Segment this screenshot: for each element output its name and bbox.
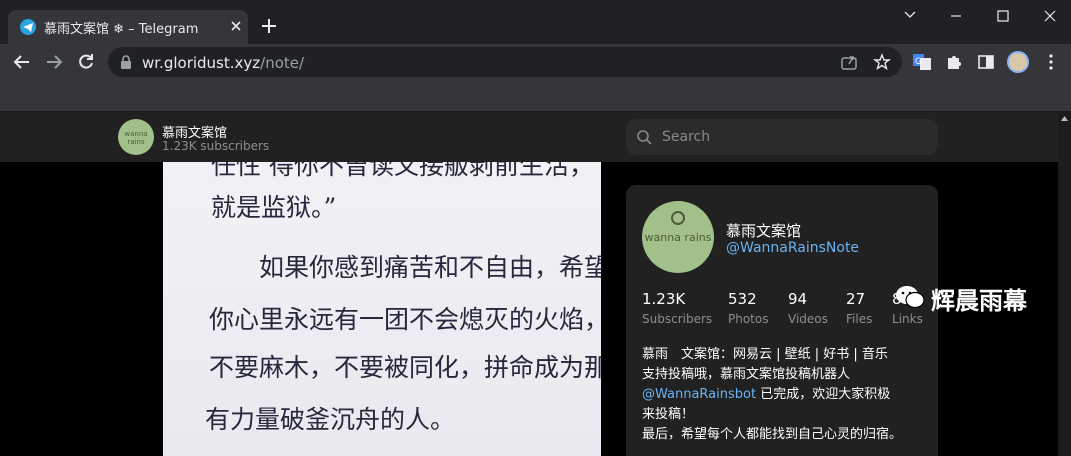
chevron-down-icon[interactable] xyxy=(895,4,925,28)
browser-tab-active[interactable]: 慕雨文案馆 ❄ – Telegram xyxy=(8,10,248,44)
back-arrow-icon[interactable] xyxy=(12,52,32,72)
photo-text-line: 有力量破釜沉舟的人。 xyxy=(205,405,456,434)
minimize-icon[interactable] xyxy=(941,4,971,28)
new-tab-plus-icon[interactable] xyxy=(258,15,280,37)
stat-subscribers[interactable]: 1.23K Subscribers xyxy=(642,290,712,326)
bookmark-bar xyxy=(0,80,1071,112)
channel-info-card: wanna rains 慕雨文案馆 @WannaRainsNote 1.23K … xyxy=(626,185,938,456)
forward-arrow-icon[interactable] xyxy=(44,52,64,72)
close-icon[interactable] xyxy=(227,17,245,35)
scrollbar[interactable] xyxy=(1058,112,1071,456)
wechat-logo-icon xyxy=(896,286,925,309)
channel-header: wanna rains 慕雨文案馆 1.23K subscribers Sear… xyxy=(0,112,1058,162)
photo-text-line: 任性 得你不曾读又接舨剥前生活， xyxy=(211,162,594,180)
watermark-text: 辉晨雨幕 xyxy=(931,287,1027,315)
photo-text-line: 如果你感到痛苦和不自由，希望 xyxy=(259,253,601,282)
channel-description: 慕雨 文案馆：网易云 | 壁纸 | 好书 | 音乐 支持投稿哦，慕雨文案馆投稿机… xyxy=(642,347,903,442)
channel-avatar[interactable]: wanna rains xyxy=(118,119,154,155)
star-icon[interactable] xyxy=(873,53,891,71)
share-icon[interactable] xyxy=(840,53,858,71)
browser-tab-strip: 慕雨文案馆 ❄ – Telegram xyxy=(0,0,1071,44)
search-input[interactable]: Search xyxy=(662,129,710,145)
telegram-icon xyxy=(20,19,36,35)
channel-name: 慕雨文案馆 xyxy=(726,222,802,240)
maximize-icon[interactable] xyxy=(988,4,1018,28)
logo-circle-icon xyxy=(671,211,685,225)
address-bar[interactable]: wr.gloridust.xyz/note/ xyxy=(108,47,902,77)
browser-toolbar: wr.gloridust.xyz/note/ G xyxy=(0,44,1071,80)
channel-subscribers: 1.23K subscribers xyxy=(162,139,270,153)
url-text: wr.gloridust.xyz/note/ xyxy=(142,54,305,72)
photo-text-line: 就是监狱。” xyxy=(211,193,337,222)
post-photo[interactable]: 任性 得你不曾读又接舨剥前生活， 就是监狱。” 如果你感到痛苦和不自由，希望 你… xyxy=(163,162,601,456)
kebab-menu-icon[interactable] xyxy=(1041,52,1061,72)
lock-icon[interactable] xyxy=(120,55,132,69)
extensions-puzzle-icon[interactable] xyxy=(944,52,964,72)
svg-text:G: G xyxy=(915,56,922,66)
photo-text-line: 不要麻木，不要被同化，拼命成为那个 xyxy=(209,353,601,382)
search-box[interactable]: Search xyxy=(626,119,938,155)
translate-icon[interactable]: G xyxy=(912,52,932,72)
reload-icon[interactable] xyxy=(76,52,96,72)
side-panel-icon[interactable] xyxy=(976,52,996,72)
profile-avatar[interactable] xyxy=(1007,51,1029,73)
stat-photos[interactable]: 532 Photos xyxy=(728,290,768,326)
watermark: 辉晨雨幕 xyxy=(895,278,1045,318)
stat-videos[interactable]: 94 Videos xyxy=(788,290,828,326)
search-icon xyxy=(637,130,652,145)
photo-text-line: 你心里永远有一团不会熄灭的火焰， xyxy=(209,305,601,334)
channel-avatar-large[interactable]: wanna rains xyxy=(642,201,714,273)
scroll-up-icon[interactable] xyxy=(1061,116,1068,121)
bot-link[interactable]: @WannaRainsbot xyxy=(642,387,756,402)
window-close-icon[interactable] xyxy=(1035,4,1065,28)
channel-handle-link[interactable]: @WannaRainsNote xyxy=(726,240,859,256)
tab-title: 慕雨文案馆 ❄ – Telegram xyxy=(44,22,199,37)
stat-files[interactable]: 27 Files xyxy=(846,290,872,326)
